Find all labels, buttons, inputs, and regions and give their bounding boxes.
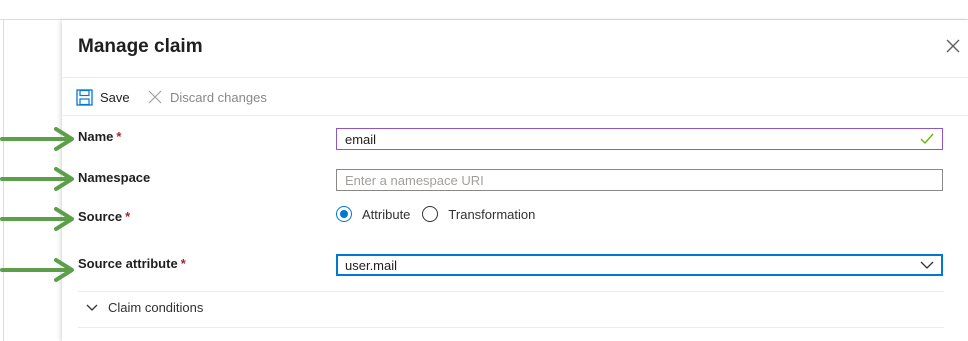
source-attribute-label: Source attribute * (78, 256, 186, 271)
title-divider (63, 77, 968, 78)
name-field-value: email (345, 131, 377, 147)
toolbar-divider (63, 115, 968, 116)
name-label: Name * (78, 129, 122, 144)
discard-x-icon (148, 90, 162, 104)
source-radio-group: Attribute Transformation (336, 206, 535, 222)
save-button[interactable]: Save (76, 86, 130, 108)
claim-conditions-divider-top (78, 291, 944, 292)
claim-conditions-divider-bottom (78, 327, 944, 328)
namespace-label: Namespace (78, 170, 151, 185)
namespace-placeholder: Enter a namespace URI (345, 172, 484, 188)
chevron-expand-icon (86, 304, 98, 311)
source-attribute-value: user.mail (345, 257, 398, 273)
checkmark-icon (920, 133, 934, 145)
name-field[interactable]: email (336, 128, 943, 150)
annotation-arrow-source-attribute (0, 258, 74, 282)
annotation-arrow-namespace (0, 167, 74, 191)
annotation-arrow-source (0, 207, 74, 231)
radio-transformation-label: Transformation (448, 206, 536, 222)
claim-conditions-toggle[interactable]: Claim conditions (86, 300, 203, 315)
radio-attribute[interactable] (336, 206, 352, 222)
source-label: Source * (78, 209, 131, 224)
save-label: Save (100, 89, 130, 105)
namespace-field[interactable]: Enter a namespace URI (336, 169, 943, 191)
claim-conditions-label: Claim conditions (108, 300, 204, 315)
discard-label: Discard changes (170, 89, 267, 105)
panel-title: Manage claim (78, 36, 203, 57)
radio-transformation[interactable] (422, 206, 439, 222)
chevron-down-icon (920, 261, 934, 269)
close-icon[interactable] (944, 37, 962, 55)
discard-changes-button[interactable]: Discard changes (147, 86, 267, 108)
annotation-arrow-name (0, 127, 74, 151)
save-icon (76, 88, 93, 106)
radio-attribute-label: Attribute (362, 206, 411, 222)
source-attribute-dropdown[interactable]: user.mail (336, 254, 943, 276)
